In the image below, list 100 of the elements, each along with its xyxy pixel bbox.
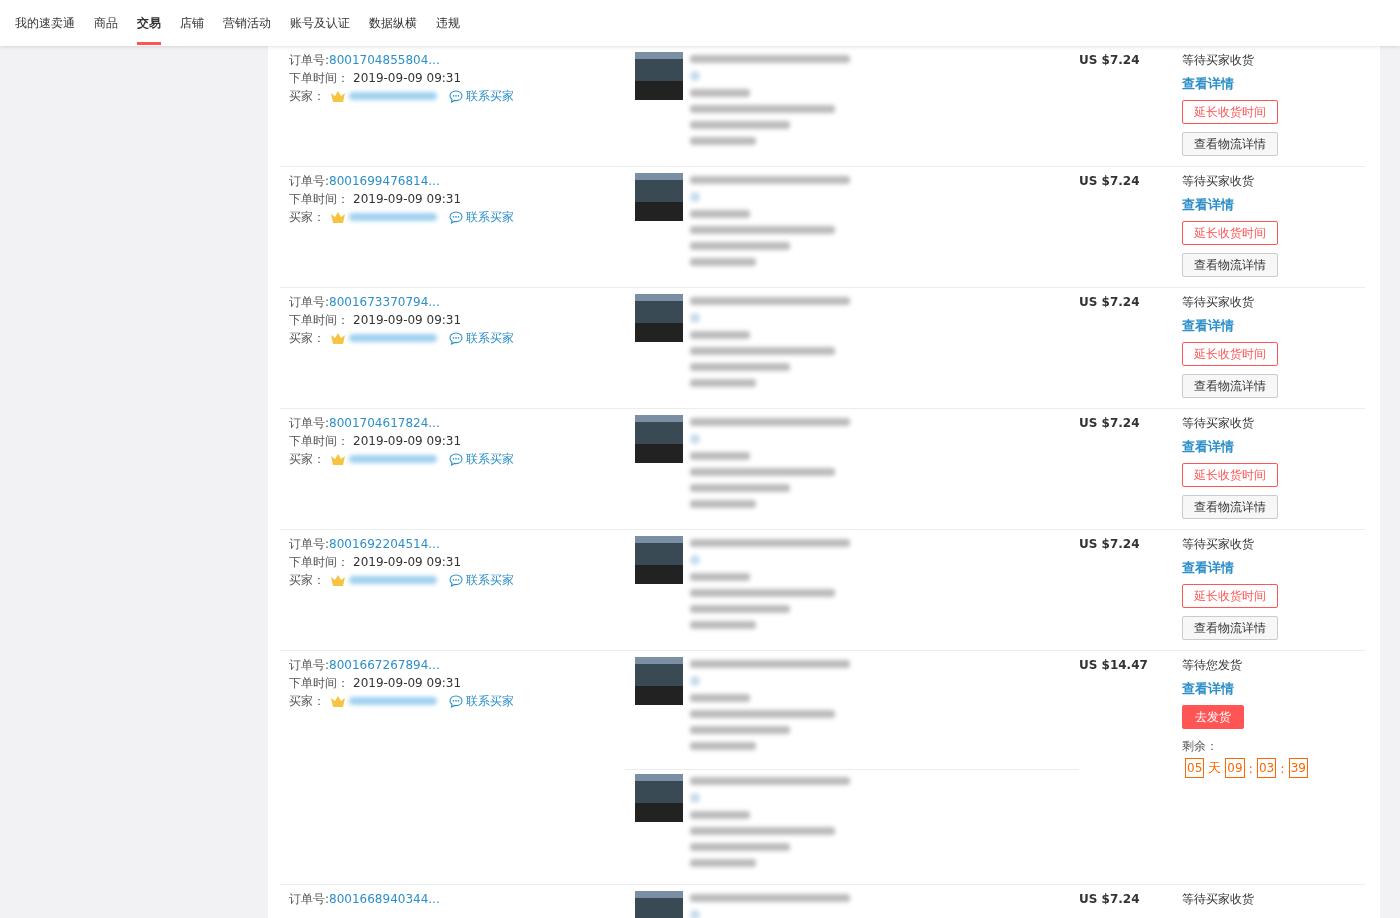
logistics-button[interactable]: 查看物流详情 [1182,132,1278,156]
order-time-label: 下单时间： [289,191,349,208]
order-status: 等待买家收货 [1182,173,1254,190]
redacted-text [690,555,700,565]
contact-buyer-link[interactable]: 联系买家 [466,208,514,226]
crown-icon [331,90,345,102]
nav-tab[interactable]: 营销活动 [223,1,271,45]
logistics-button[interactable]: 查看物流详情 [1182,374,1278,398]
logistics-button[interactable]: 查看物流详情 [1182,495,1278,519]
redacted-text [690,331,750,339]
buyer-label: 买家： [289,88,325,105]
photo-placeholder [635,294,683,342]
remaining-label: 剩余： [1182,738,1218,754]
redacted-text [690,793,700,803]
buyer-label: 买家： [289,330,325,347]
nav-tab[interactable]: 我的速卖通 [15,1,75,45]
order-number-link[interactable]: 8001668940344... [329,890,440,908]
order-status: 等待买家收货 [1182,52,1254,69]
nav-tab[interactable]: 账号及认证 [290,1,350,45]
countdown-digit: 05 [1185,758,1205,778]
crown-icon [331,211,345,223]
order-price: US $7.24 [1079,294,1141,311]
order-number-link[interactable]: 8001692204514... [329,535,440,553]
redacted-text [690,452,750,460]
crown-icon [331,695,345,707]
nav-tab[interactable]: 店铺 [180,1,204,45]
order-time: 2019-09-09 09:31 [353,70,462,87]
redacted-text [690,694,750,702]
crown-icon [331,332,345,344]
redacted-text [690,434,700,444]
chat-icon [449,331,463,345]
buyer-label: 买家： [289,693,325,710]
order-price: US $7.24 [1079,52,1141,69]
redacted-text [690,379,756,387]
photo-placeholder [635,774,683,822]
order-time-label: 下单时间： [289,554,349,571]
extend-receipt-button[interactable]: 延长收货时间 [1182,100,1278,124]
logistics-button[interactable]: 查看物流详情 [1182,253,1278,277]
order-number-label: 订单号: [289,536,330,553]
redacted-text [690,910,700,918]
nav-tab[interactable]: 数据纵横 [369,1,417,45]
contact-buyer-link[interactable]: 联系买家 [466,692,514,710]
redacted-text [690,811,750,819]
order-number-link[interactable]: 8001704855804... [329,51,440,69]
countdown-digit: 03 [1256,758,1277,778]
extend-receipt-button[interactable]: 延长收货时间 [1182,221,1278,245]
order-price: US $14.47 [1079,657,1149,674]
redacted-text [690,313,700,323]
redacted-text [690,573,750,581]
order-number-link[interactable]: 8001704617824... [329,414,440,432]
order-status: 等待买家收货 [1182,294,1254,311]
nav-tab[interactable]: 交易 [137,1,161,45]
logistics-button[interactable]: 查看物流详情 [1182,616,1278,640]
order-number-label: 订单号: [289,52,330,69]
chat-icon [449,573,463,587]
order-time-label: 下单时间： [289,70,349,87]
photo-placeholder [635,657,683,705]
order-number-label: 订单号: [289,173,330,190]
buyer-label: 买家： [289,451,325,468]
view-details-link[interactable]: 查看详情 [1182,75,1234,93]
view-details-link[interactable]: 查看详情 [1182,196,1234,214]
view-details-link[interactable]: 查看详情 [1182,317,1234,335]
contact-buyer-link[interactable]: 联系买家 [466,329,514,347]
order-number-link[interactable]: 8001673370794... [329,293,440,311]
contact-buyer-link[interactable]: 联系买家 [466,87,514,105]
order-time-label: 下单时间： [289,675,349,692]
countdown-separator: : [1248,760,1253,776]
order-time: 2019-09-09 09:31 [353,433,462,450]
chat-icon [449,694,463,708]
photo-placeholder [635,536,683,584]
view-details-link[interactable]: 查看详情 [1182,559,1234,577]
buyer-label: 买家： [289,572,325,589]
crown-icon [331,453,345,465]
order-number-label: 订单号: [289,294,330,311]
order-time: 2019-09-09 09:31 [353,554,462,571]
crown-icon [331,574,345,586]
order-time: 2019-09-09 09:31 [353,191,462,208]
contact-buyer-link[interactable]: 联系买家 [466,450,514,468]
redacted-text [690,258,756,266]
view-details-link[interactable]: 查看详情 [1182,680,1234,698]
extend-receipt-button[interactable]: 延长收货时间 [1182,584,1278,608]
extend-receipt-button[interactable]: 延长收货时间 [1182,342,1278,366]
extend-receipt-button[interactable]: 延长收货时间 [1182,463,1278,487]
countdown-separator: 天 [1208,759,1222,777]
view-details-link[interactable]: 查看详情 [1182,438,1234,456]
order-price: US $7.24 [1079,891,1141,908]
order-price: US $7.24 [1079,536,1141,553]
order-number-link[interactable]: 8001699476814... [329,172,440,190]
photo-placeholder [635,415,683,463]
redacted-text [690,71,700,81]
nav-tab[interactable]: 商品 [94,1,118,45]
photo-placeholder [635,173,683,221]
contact-buyer-link[interactable]: 联系买家 [466,571,514,589]
nav-tab[interactable]: 违规 [436,1,460,45]
order-number-link[interactable]: 8001667267894... [329,656,440,674]
countdown-digit: 39 [1288,758,1308,778]
redacted-text [690,89,750,97]
ship-button[interactable]: 去发货 [1182,705,1244,729]
order-status: 等待买家收货 [1182,415,1254,432]
order-time-label: 下单时间： [289,312,349,329]
